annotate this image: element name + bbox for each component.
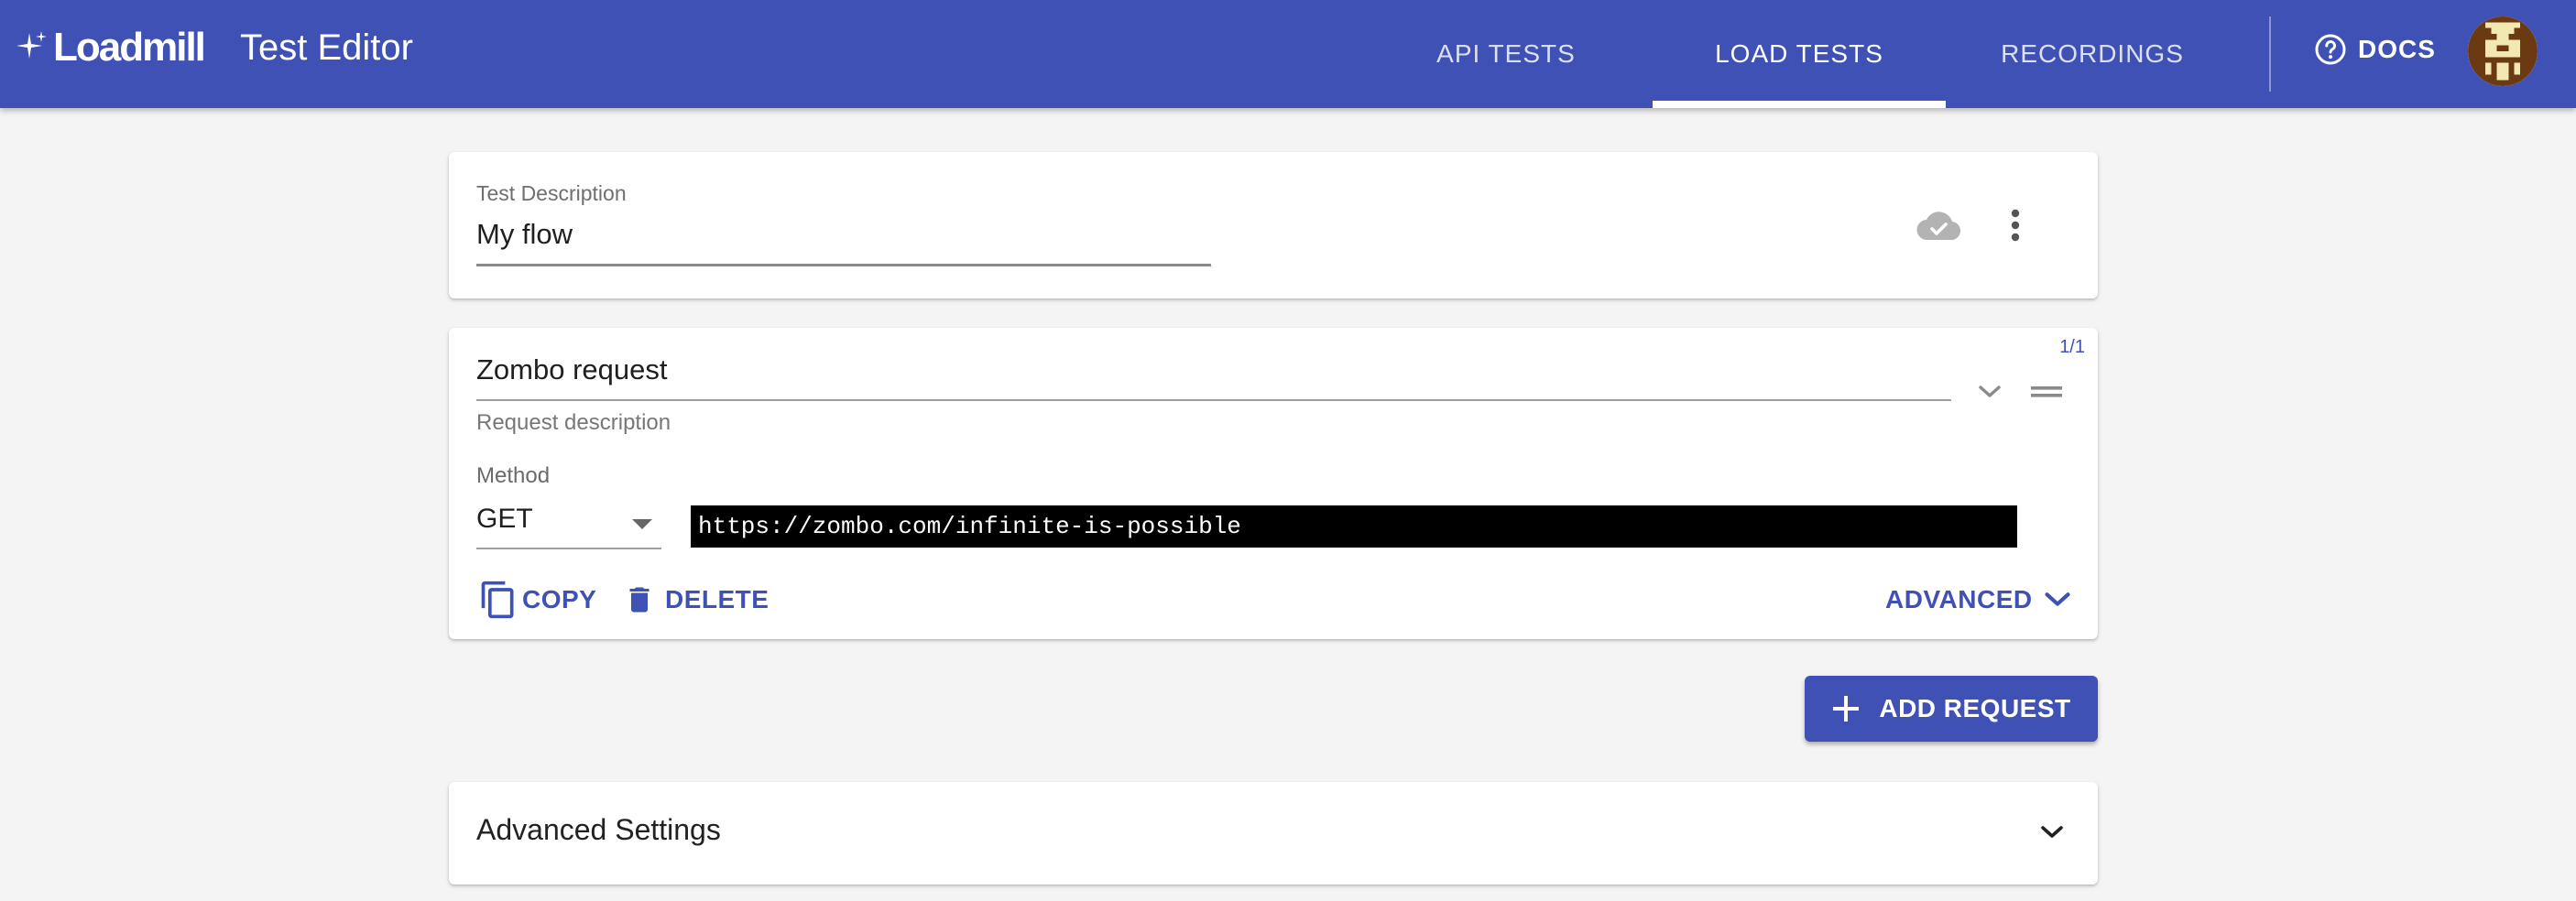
docs-label: DOCS: [2358, 35, 2436, 63]
page-title: Test Editor: [240, 27, 413, 68]
request-card: 1/1 Zombo request Request description Me…: [449, 328, 2098, 639]
chevron-down-icon[interactable]: [1971, 375, 2008, 408]
add-request-button[interactable]: ADD REQUEST: [1805, 676, 2098, 742]
nav-divider: [2269, 16, 2271, 92]
tab-label: RECORDINGS: [2001, 39, 2184, 68]
logo-spark-icon: [16, 31, 47, 59]
request-name-underline: [476, 399, 1951, 401]
advanced-settings-title: Advanced Settings: [476, 813, 721, 846]
plus-icon: [1833, 696, 1860, 722]
request-name-input[interactable]: Zombo request: [476, 353, 668, 386]
request-counter: 1/1: [2059, 337, 2085, 357]
test-description-input[interactable]: My flow: [476, 218, 573, 251]
trash-icon: [629, 587, 649, 613]
advanced-settings-panel[interactable]: Advanced Settings: [449, 782, 2098, 885]
logo-text: Loadmill: [53, 25, 206, 70]
docs-button[interactable]: DOCS: [2314, 31, 2436, 68]
chevron-down-icon: [2044, 592, 2070, 606]
tab-label: LOAD TESTS: [1715, 39, 1883, 68]
avatar[interactable]: [2468, 16, 2538, 86]
test-description-underline: [476, 264, 1211, 266]
url-input[interactable]: https://zombo.com/infinite-is-possible: [691, 505, 2017, 548]
active-tab-indicator: [1653, 101, 1946, 108]
copy-button[interactable]: COPY: [478, 577, 596, 623]
chevron-down-icon[interactable]: [2036, 819, 2068, 846]
tab-api-tests[interactable]: API TESTS: [1411, 0, 1601, 108]
drag-handle-icon[interactable]: [2028, 377, 2065, 407]
method-underline: [476, 548, 661, 549]
tab-recordings[interactable]: RECORDINGS: [1995, 0, 2189, 108]
add-request-label: ADD REQUEST: [1879, 694, 2071, 722]
dropdown-arrow-icon[interactable]: [628, 511, 656, 538]
advanced-label: ADVANCED: [1885, 585, 2033, 613]
test-description-label: Test Description: [476, 181, 627, 205]
loadmill-logo[interactable]: Loadmill: [16, 20, 206, 75]
delete-button[interactable]: DELETE: [623, 577, 769, 623]
app-bar: Loadmill Test Editor API TESTS LOAD TEST…: [0, 0, 2576, 108]
method-select[interactable]: GET: [476, 504, 533, 535]
request-description-input[interactable]: Request description: [476, 410, 671, 436]
help-circle-icon: [2315, 34, 2346, 65]
method-label: Method: [476, 463, 551, 488]
tab-label: API TESTS: [1436, 39, 1576, 68]
more-vert-icon[interactable]: [1999, 203, 2032, 247]
advanced-toggle-button[interactable]: ADVANCED: [1885, 577, 2071, 623]
avatar-image: [2468, 16, 2538, 86]
delete-label: DELETE: [665, 585, 770, 613]
copy-label: COPY: [522, 585, 597, 613]
test-description-card: Test Description My flow: [449, 152, 2098, 299]
cloud-check-icon: [1913, 205, 1964, 245]
copy-icon: [481, 581, 514, 619]
tab-load-tests[interactable]: LOAD TESTS: [1653, 0, 1946, 108]
